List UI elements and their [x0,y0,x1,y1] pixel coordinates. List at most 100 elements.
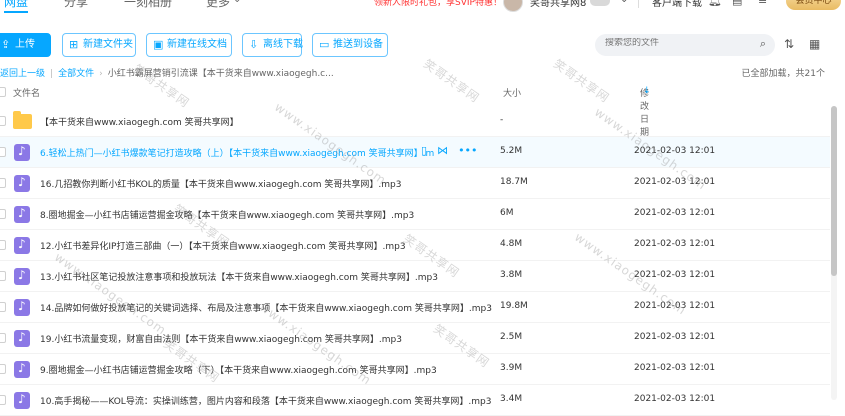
file-size: 18.7M [500,177,528,187]
file-size: 6M [500,208,514,218]
file-date: 2021-02-03 12:01 [634,363,716,373]
row-checkbox[interactable] [0,116,6,126]
file-date: 2021-02-03 12:01 [634,394,716,404]
bell-icon[interactable]: 🔔︎ [708,0,722,7]
upload-button[interactable]: ⇪ 上传 [0,33,51,57]
tab-album[interactable]: 一刻相册 [124,0,172,10]
file-name[interactable]: 12.小红书差异化IP打造三部曲（一）【本干货来自www.xiaogegh.co… [40,239,406,252]
audio-file-icon [14,299,30,316]
sort-desc-icon: ↓ [643,86,651,96]
row-checkbox[interactable] [0,333,6,343]
row-checkbox[interactable] [0,240,6,250]
scrollbar-thumb[interactable] [831,106,837,276]
client-download-link[interactable]: 客户端下载 [652,0,702,9]
row-checkbox[interactable] [0,271,6,281]
breadcrumb-back[interactable]: 返回上一级 [0,69,45,79]
file-size: 3.9M [500,363,523,373]
row-checkbox[interactable] [0,395,6,405]
clipboard-icon[interactable]: ▤ [732,0,742,7]
tab-more[interactable]: 更多 [206,0,230,10]
audio-file-icon [14,237,30,254]
member-center-button[interactable]: 会员中心 [786,0,841,10]
table-row[interactable]: 12.小红书差异化IP打造三部曲（一）【本干货来自www.xiaogegh.co… [0,230,830,261]
vertical-scrollbar[interactable] [831,106,837,400]
menu-icon[interactable]: ≡ [758,0,767,7]
file-name[interactable]: 16.几招教你判断小红书KOL的质量【本干货来自www.xiaogegh.com… [40,177,401,190]
vip-badge [590,0,610,6]
file-name[interactable]: 8.圈地掘金—小红书店铺运营掘金攻略【本干货来自www.xiaogegh.com… [40,208,414,221]
breadcrumb-all-files[interactable]: 全部文件 [58,69,94,79]
breadcrumb-separator: | [50,69,54,79]
audio-file-icon [14,144,30,161]
tab-share[interactable]: 分享 [64,0,88,10]
table-header: 文件名 大小 修改日期 ↓ [0,86,830,138]
folder-plus-icon: ⊞ [69,38,79,51]
file-name[interactable]: 10.高手揭秘——KOL导流：实操训练营，图片内容和段落【本干货来自www.xi… [40,394,491,407]
grid-view-icon[interactable]: ▦ [809,37,820,51]
sort-icon[interactable]: ⇅ [784,37,794,51]
file-name[interactable]: 9.圈地掘金—小红书店铺运营掘金攻略（下）【本干货来自www.xiaogegh.… [40,363,437,376]
table-row[interactable]: 【本干货来自www.xiaogegh.com 笑哥共享网】 - [0,106,830,137]
table-row[interactable]: 13.小红书社区笔记投放注意事项和投放玩法【本干货来自www.xiaogegh.… [0,261,830,292]
file-date: 2021-02-03 12:01 [634,301,716,311]
column-header-name[interactable]: 文件名 [13,86,40,99]
file-size: - [500,115,504,125]
upload-icon: ⇪ [1,38,11,51]
more-icon[interactable]: ••• [458,144,477,157]
file-size: 2.5M [500,332,523,342]
table-row[interactable]: 6.轻松上热门—小红书爆款笔记打造攻略（上）【本干货来自www.xiaogegh… [0,137,830,168]
file-name[interactable]: 14.品牌如何做好投放笔记的关键词选择、布局及注意事项【本干货来自www.xia… [40,301,492,314]
row-checkbox[interactable] [0,302,6,312]
file-size: 19.8M [500,301,528,311]
row-checkbox[interactable] [0,209,6,219]
table-row[interactable]: 8.圈地掘金—小红书店铺运营掘金攻略【本干货来自www.xiaogegh.com… [0,199,830,230]
table-row[interactable]: 10.高手揭秘——KOL导流：实操训练营，图片内容和段落【本干货来自www.xi… [0,385,830,416]
push-to-device-button[interactable]: ▭ 推送到设备 [312,33,388,57]
audio-file-icon [14,330,30,347]
username[interactable]: 笑哥共享网8 [530,0,586,9]
download-icon: ⇩ [249,38,259,51]
chevron-down-icon[interactable]: ⌄ [620,0,628,5]
row-actions: ▯ ⋈ ••• [421,144,488,157]
table-row[interactable]: 19.小红书流量变现，财富自由法则【本干货来自www.xiaogegh.com … [0,323,830,354]
folder-icon [13,111,32,129]
file-size: 3.4M [500,394,523,404]
file-date: 2021-02-03 12:01 [634,177,716,187]
select-all-checkbox[interactable] [0,87,6,97]
file-date: 2021-02-03 12:01 [634,270,716,280]
new-folder-button[interactable]: ⊞ 新建文件夹 [62,33,136,57]
offline-download-button[interactable]: ⇩ 离线下载 [242,33,303,57]
column-header-size[interactable]: 大小 [503,86,521,99]
search-box: ⌕ [595,34,775,56]
breadcrumb: 返回上一级 | 全部文件 › 小红书霸屏营销引流课【本干货来自www.xiaogegh.… [0,66,845,80]
file-name[interactable]: 19.小红书流量变现，财富自由法则【本干货来自www.xiaogegh.com … [40,332,402,345]
new-online-doc-button[interactable]: ▣ 新建在线文档 [146,33,232,57]
row-checkbox[interactable] [0,147,6,157]
audio-file-icon [14,268,30,285]
file-name[interactable]: 13.小红书社区笔记投放注意事项和投放玩法【本干货来自www.xiaogegh.… [40,270,438,283]
table-row[interactable]: 9.圈地掘金—小红书店铺运营掘金攻略（下）【本干货来自www.xiaogegh.… [0,354,830,385]
phone-icon[interactable]: ▯ [421,144,427,157]
row-checkbox[interactable] [0,178,6,188]
file-date: 2021-02-03 12:01 [634,239,716,249]
file-name[interactable]: 6.轻松上热门—小红书爆款笔记打造攻略（上）【本干货来自www.xiaogegh… [40,146,434,159]
tab-netdisk[interactable]: 网盘 [4,0,29,13]
file-date: 2021-02-03 12:01 [634,208,716,218]
share-icon[interactable]: ⋈ [437,144,448,157]
avatar[interactable] [503,0,523,12]
row-checkbox[interactable] [0,364,6,374]
top-navigation: 网盘 分享 一刻相册 更多 ⌄ 领新人限时礼包，享SVIP特惠！ 笑哥共享网8 … [0,0,845,14]
audio-file-icon [14,361,30,378]
audio-file-icon [14,175,30,192]
file-size: 5.2M [500,146,523,156]
table-row[interactable]: 14.品牌如何做好投放笔记的关键词选择、布局及注意事项【本干货来自www.xia… [0,292,830,323]
chevron-down-icon[interactable]: ⌄ [233,0,241,5]
search-icon[interactable]: ⌕ [760,37,766,51]
toolbar: ⇪上传 ⊞新建文件夹 ▣新建在线文档 ⇩离线下载 ▭推送到设备 ⌕ ⇅ ▦ [0,33,845,57]
file-name[interactable]: 【本干货来自www.xiaogegh.com 笑哥共享网】 [40,115,239,128]
search-input[interactable] [605,38,745,48]
device-icon: ▭ [319,38,330,51]
audio-file-icon [14,206,30,223]
table-row[interactable]: 16.几招教你判断小红书KOL的质量【本干货来自www.xiaogegh.com… [0,168,830,199]
promo-link[interactable]: 领新人限时礼包，享SVIP特惠！ [374,0,502,8]
